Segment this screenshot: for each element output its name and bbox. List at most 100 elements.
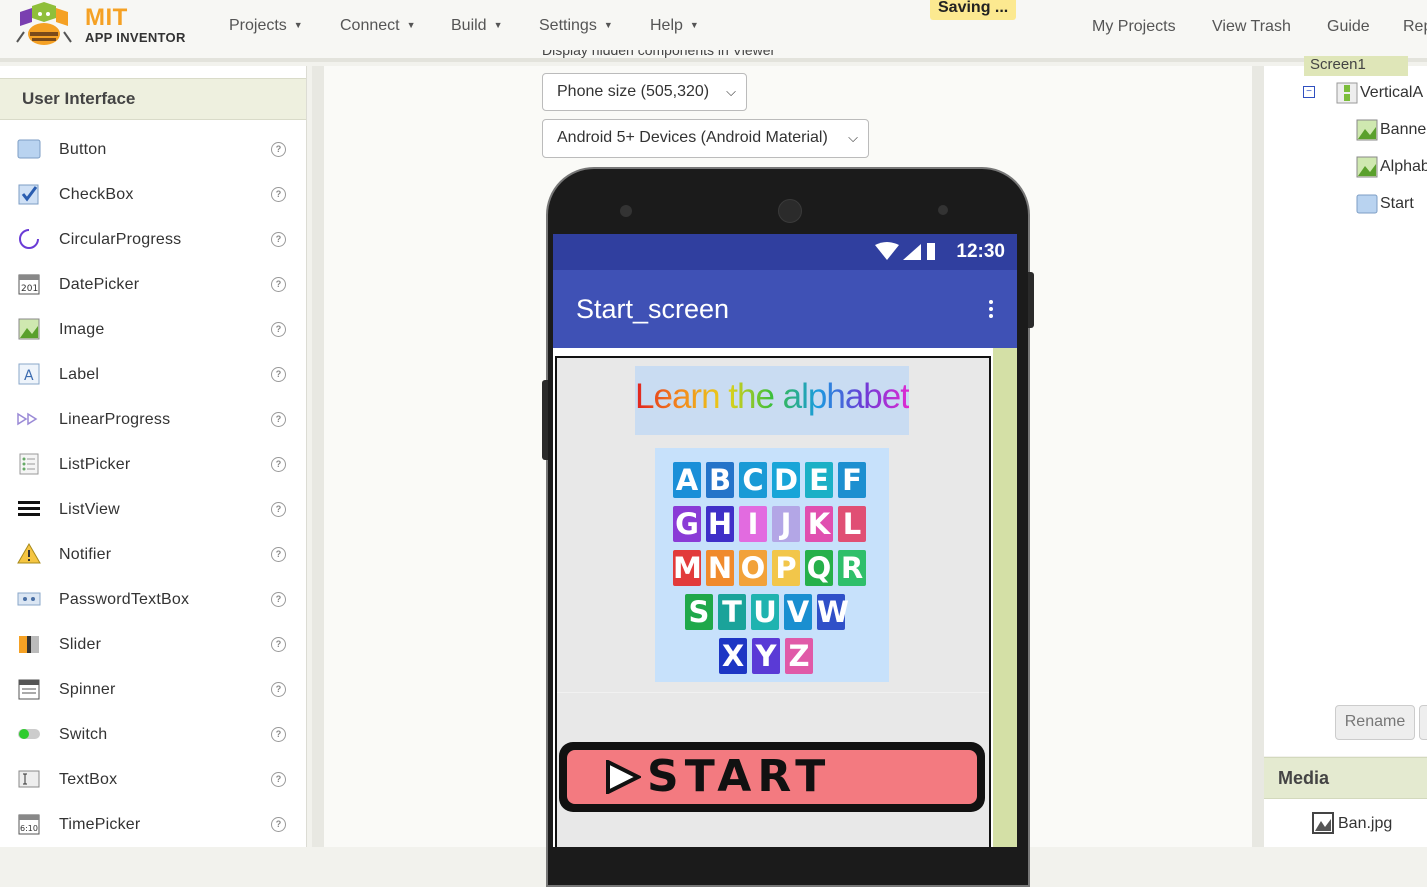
app-inventor-logo[interactable] <box>14 2 74 52</box>
help-icon[interactable]: ? <box>271 457 286 472</box>
menu-build[interactable]: Build ▼ <box>451 17 503 35</box>
palette-item-circularprogress[interactable]: CircularProgress? <box>0 218 306 263</box>
palette-item-label: CircularProgress <box>59 231 182 248</box>
alphabet-letter: B <box>706 462 734 498</box>
palette-item-slider[interactable]: Slider? <box>0 623 306 668</box>
alphabet-letter: C <box>739 462 767 498</box>
link-report[interactable]: Rep <box>1403 18 1427 36</box>
tree-node-screen1[interactable]: Screen1 <box>1304 56 1408 76</box>
help-icon[interactable]: ? <box>271 187 286 202</box>
palette-item-listview[interactable]: ListView? <box>0 488 306 533</box>
palette-item-timepicker[interactable]: 6:10 TimePicker? <box>0 803 306 848</box>
palette-panel: User Interface Button? CheckBox? CircularP… <box>0 66 307 847</box>
alphabet-letter: I <box>739 506 767 542</box>
help-icon[interactable]: ? <box>271 142 286 157</box>
help-icon[interactable]: ? <box>271 592 286 607</box>
alphabet-letter: U <box>751 594 779 630</box>
help-icon[interactable]: ? <box>271 547 286 562</box>
alphabet-letter: O <box>739 550 767 586</box>
palette-item-spinner[interactable]: Spinner? <box>0 668 306 713</box>
alphabet-letter: E <box>805 462 833 498</box>
status-time: 12:30 <box>956 241 1005 262</box>
help-icon[interactable]: ? <box>271 727 286 742</box>
checkbox-icon <box>18 184 39 205</box>
phone-screen: 12:30 Start_screen Learn the alphabet AB… <box>553 234 1017 847</box>
help-icon[interactable]: ? <box>271 232 286 247</box>
tree-node-alphabet[interactable]: Alphab <box>1356 156 1427 178</box>
palette-item-linearprogress[interactable]: LinearProgress? <box>0 398 306 443</box>
menu-label: Projects <box>229 17 287 34</box>
link-my-projects[interactable]: My Projects <box>1092 18 1176 36</box>
alphabet-letter: T <box>718 594 746 630</box>
tree-node-label: VerticalA <box>1360 84 1424 101</box>
help-icon[interactable]: ? <box>271 277 286 292</box>
palette-item-image[interactable]: Image? <box>0 308 306 353</box>
help-icon[interactable]: ? <box>271 322 286 337</box>
sensor-icon <box>938 205 948 215</box>
speaker-icon <box>778 199 802 223</box>
logo-title: MIT <box>85 4 128 31</box>
help-icon[interactable]: ? <box>271 412 286 427</box>
caret-down-icon: ▼ <box>493 20 503 30</box>
help-icon[interactable]: ? <box>271 817 286 832</box>
status-icons <box>875 242 935 260</box>
tree-node-label: Alphab <box>1380 158 1427 175</box>
phone-size-select[interactable]: Phone size (505,320) ⌵ <box>542 73 747 111</box>
tree-node-label: Start <box>1380 195 1414 212</box>
help-icon[interactable]: ? <box>271 637 286 652</box>
start-button[interactable]: START <box>559 742 985 812</box>
timepicker-icon: 6:10 <box>18 814 40 835</box>
help-icon[interactable]: ? <box>271 502 286 517</box>
overflow-menu-icon[interactable] <box>989 300 993 321</box>
alphabet-letter: H <box>706 506 734 542</box>
menu-help[interactable]: Help ▼ <box>650 17 699 35</box>
textbox-icon <box>18 770 40 788</box>
palette-item-label: Image <box>59 321 105 338</box>
palette-item-datepicker[interactable]: 201 DatePicker? <box>0 263 306 308</box>
palette-item-textbox[interactable]: TextBox? <box>0 758 306 803</box>
alphabet-letter: Y <box>752 638 780 674</box>
menu-label: Help <box>650 17 683 34</box>
tree-node-verticalarrangement[interactable]: VerticalA <box>1336 82 1424 104</box>
help-icon[interactable]: ? <box>271 682 286 697</box>
menu-settings[interactable]: Settings ▼ <box>539 17 613 35</box>
svg-text:6:10: 6:10 <box>20 824 38 833</box>
delete-button[interactable] <box>1419 705 1427 740</box>
vertical-arrangement[interactable]: Learn the alphabet ABCDEF GHIJKL MNOPQR STU… <box>555 356 991 847</box>
menu-label: Build <box>451 17 487 34</box>
palette-item-checkbox[interactable]: CheckBox? <box>0 173 306 218</box>
alphabet-letter: Q <box>805 550 833 586</box>
alphabet-image[interactable]: ABCDEF GHIJKL MNOPQR STUVW XYZ <box>655 448 889 682</box>
help-icon[interactable]: ? <box>271 367 286 382</box>
palette-item-button[interactable]: Button? <box>0 128 306 173</box>
link-view-trash[interactable]: View Trash <box>1212 18 1291 36</box>
logo-subtitle: APP INVENTOR <box>85 30 186 45</box>
palette-item-notifier[interactable]: Notifier? <box>0 533 306 578</box>
palette-item-label[interactable]: A Label? <box>0 353 306 398</box>
palette-item-listpicker[interactable]: ListPicker? <box>0 443 306 488</box>
link-guide[interactable]: Guide <box>1327 18 1370 36</box>
theme-select[interactable]: Android 5+ Devices (Android Material) ⌵ <box>542 119 869 158</box>
rename-button[interactable]: Rename <box>1335 705 1415 740</box>
collapse-icon[interactable]: − <box>1303 86 1315 98</box>
splitter-left[interactable] <box>312 66 324 847</box>
hidden-components-checkbox[interactable]: Display hidden components in Viewer <box>542 50 775 68</box>
app-title: Start_screen <box>576 294 730 324</box>
banner-image[interactable]: Learn the alphabet <box>635 366 910 435</box>
menu-label: Settings <box>539 17 597 34</box>
palette-item-switch[interactable]: Switch? <box>0 713 306 758</box>
menu-projects[interactable]: Projects ▼ <box>229 17 303 35</box>
media-file[interactable]: Ban.jpg <box>1312 812 1392 834</box>
tree-node-banner[interactable]: Banne <box>1356 119 1426 141</box>
notifier-icon <box>17 543 41 564</box>
saving-status: Saving ... <box>930 0 1017 20</box>
alphabet-letter: W <box>817 594 849 630</box>
palette-item-label: LinearProgress <box>59 411 171 428</box>
palette-header[interactable]: User Interface <box>0 78 306 120</box>
menu-connect[interactable]: Connect ▼ <box>340 17 416 35</box>
datepicker-icon: 201 <box>18 274 40 295</box>
splitter-right[interactable] <box>1252 66 1264 847</box>
palette-item-passwordtextbox[interactable]: PasswordTextBox? <box>0 578 306 623</box>
help-icon[interactable]: ? <box>271 772 286 787</box>
tree-node-start[interactable]: Start <box>1356 194 1414 214</box>
